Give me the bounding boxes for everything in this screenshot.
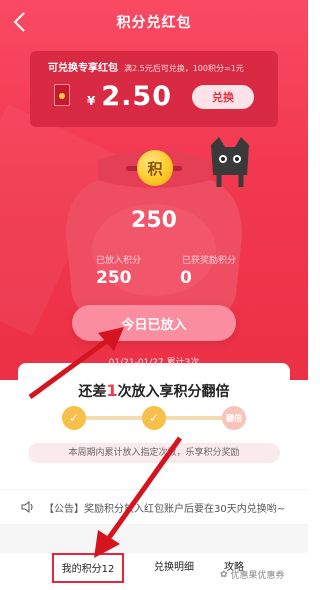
- remaining-prefix: 还差: [78, 384, 107, 400]
- step-3-double-badge: 翻倍: [222, 406, 246, 430]
- reward-points-value: 0: [180, 268, 192, 288]
- placed-today-button[interactable]: 今日已放入: [72, 305, 236, 341]
- speaker-icon: [21, 501, 33, 513]
- redpacket-card: 可兑换专享红包 满2.5元后可兑换，100积分=1元 ¥ 2.50 兑换: [30, 51, 278, 127]
- tab-my-points[interactable]: 我的积分12: [52, 553, 124, 583]
- remaining-suffix: 次放入享积分翻倍: [117, 384, 230, 400]
- points-coin-icon: 积: [137, 150, 173, 186]
- redpacket-icon: [54, 84, 70, 106]
- redpacket-amount: ¥ 2.50: [87, 81, 172, 112]
- stat-labels: 已放入积分 已获奖励积分: [96, 253, 236, 266]
- watermark: ✿ 优惠果优惠券: [220, 568, 285, 582]
- card-subtitle: 满2.5元后可兑换，100积分=1元: [124, 64, 244, 73]
- notice-text: 【公告】奖励积分放入红包账户后要在30天内兑换哟~: [44, 503, 286, 515]
- stat-values: 250 0: [96, 268, 236, 288]
- placed-points-label: 已放入积分: [96, 256, 142, 266]
- page-title: 积分兑红包: [116, 15, 192, 31]
- step-1-check-icon: ✓: [62, 406, 86, 430]
- remaining-count: 1: [106, 381, 118, 400]
- currency-symbol: ¥: [87, 94, 96, 108]
- card-title: 可兑换专享红包: [48, 63, 118, 74]
- back-icon[interactable]: [10, 10, 32, 34]
- progress-panel: 还差1次放入享积分翻倍 ✓ ✓ 翻倍 本周期内累计放入指定次数，乐享积分奖励: [18, 363, 290, 471]
- notice-bar[interactable]: 【公告】奖励积分放入红包账户后要在30天内兑换哟~: [0, 489, 308, 525]
- watermark-icon: ✿: [220, 569, 228, 580]
- watermark-text: 优惠果优惠券: [230, 571, 285, 581]
- amount-value: 2.50: [101, 81, 172, 112]
- reward-points-label: 已获奖励积分: [181, 256, 236, 266]
- step-2-check-icon: ✓: [142, 406, 166, 430]
- tab-exchange-detail[interactable]: 兑换明细: [142, 553, 206, 583]
- header-bar: 积分兑红包: [0, 0, 308, 44]
- remaining-text: 还差1次放入享积分翻倍: [18, 381, 290, 401]
- placed-points-value: 250: [96, 268, 132, 288]
- jar-points: 250: [131, 208, 177, 233]
- tmall-cat-icon: [211, 137, 249, 187]
- rule-text: 本周期内累计放入指定次数，乐享积分奖励: [28, 443, 280, 463]
- date-range: 01/21-01/27 累计3次: [108, 358, 200, 368]
- exchange-button[interactable]: 兑换: [192, 85, 254, 109]
- divider-strip: [0, 525, 308, 553]
